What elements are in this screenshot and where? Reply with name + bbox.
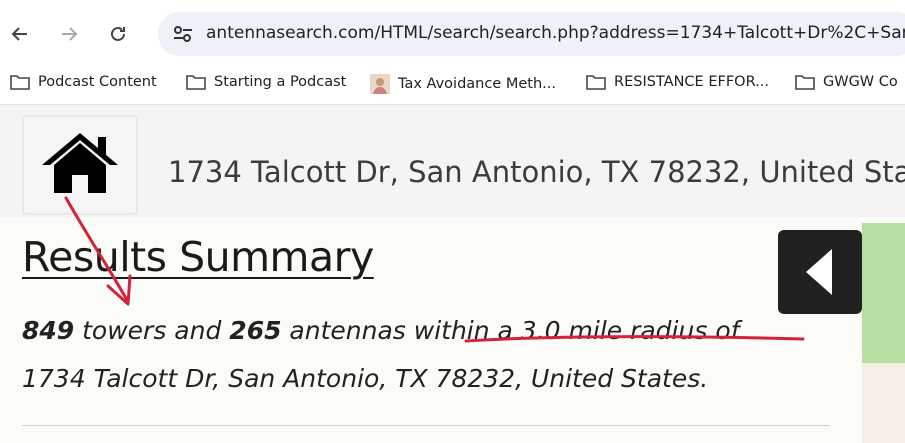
forward-arrow-icon (62, 27, 78, 41)
bookmark-label: Podcast Content (38, 74, 157, 90)
radius-text: within a 3.0 mile radius (413, 316, 708, 345)
bookmark-tax-avoidance[interactable]: Tax Avoidance Meth... (370, 74, 556, 94)
back-arrow-icon (11, 27, 27, 41)
of-text: of (707, 316, 740, 345)
antennas-label: antennas (281, 316, 414, 345)
bookmark-starting-a-podcast[interactable]: Starting a Podcast (186, 74, 346, 90)
bookmark-podcast-content[interactable]: Podcast Content (10, 74, 157, 90)
profile-image-icon (370, 74, 390, 94)
results-summary-title: Results Summary (22, 233, 374, 281)
caret-left-icon (806, 249, 832, 295)
results-summary-text: 849 towers and 265 antennas within a 3.0… (22, 307, 862, 403)
folder-icon (586, 75, 606, 90)
back-button[interactable] (6, 20, 34, 48)
bookmark-label: RESISTANCE EFFOR... (614, 74, 769, 90)
folder-icon (186, 75, 206, 90)
bookmark-gwgw[interactable]: GWGW Co (795, 74, 898, 90)
bookmark-label: Starting a Podcast (214, 74, 347, 90)
divider (22, 425, 830, 426)
bookmark-label: Tax Avoidance Meth... (398, 76, 556, 92)
home-icon (42, 133, 118, 193)
forward-button[interactable] (55, 20, 83, 48)
summary-address: 1734 Talcott Dr, San Antonio, TX 78232, … (22, 364, 709, 393)
towers-count: 849 (22, 316, 75, 345)
home-button[interactable] (22, 115, 138, 215)
reload-icon (111, 26, 125, 41)
collapse-panel-button[interactable] (778, 230, 862, 314)
tune-icon (174, 26, 192, 42)
page-content: 1734 Talcott Dr, San Antonio, TX 78232, … (0, 105, 905, 443)
side-panel-green (862, 223, 905, 363)
bookmark-label: GWGW Co (823, 74, 898, 90)
browser-toolbar: antennasearch.com/HTML/search/search.php… (0, 0, 905, 66)
address-bar[interactable]: antennasearch.com/HTML/search/search.php… (158, 12, 905, 56)
antennas-count: 265 (229, 316, 282, 345)
towers-label: towers and (74, 316, 230, 345)
bookmarks-bar: Podcast Content Starting a Podcast Tax A… (0, 66, 905, 105)
header-address: 1734 Talcott Dr, San Antonio, TX 78232, … (168, 155, 905, 189)
reload-button[interactable] (104, 20, 132, 48)
site-info-button[interactable] (172, 24, 194, 48)
url-text: antennasearch.com/HTML/search/search.php… (206, 23, 905, 43)
folder-icon (10, 75, 30, 90)
side-panel-beige (862, 363, 905, 443)
bookmark-resistance-effort[interactable]: RESISTANCE EFFOR... (586, 74, 769, 90)
folder-icon (795, 75, 815, 90)
